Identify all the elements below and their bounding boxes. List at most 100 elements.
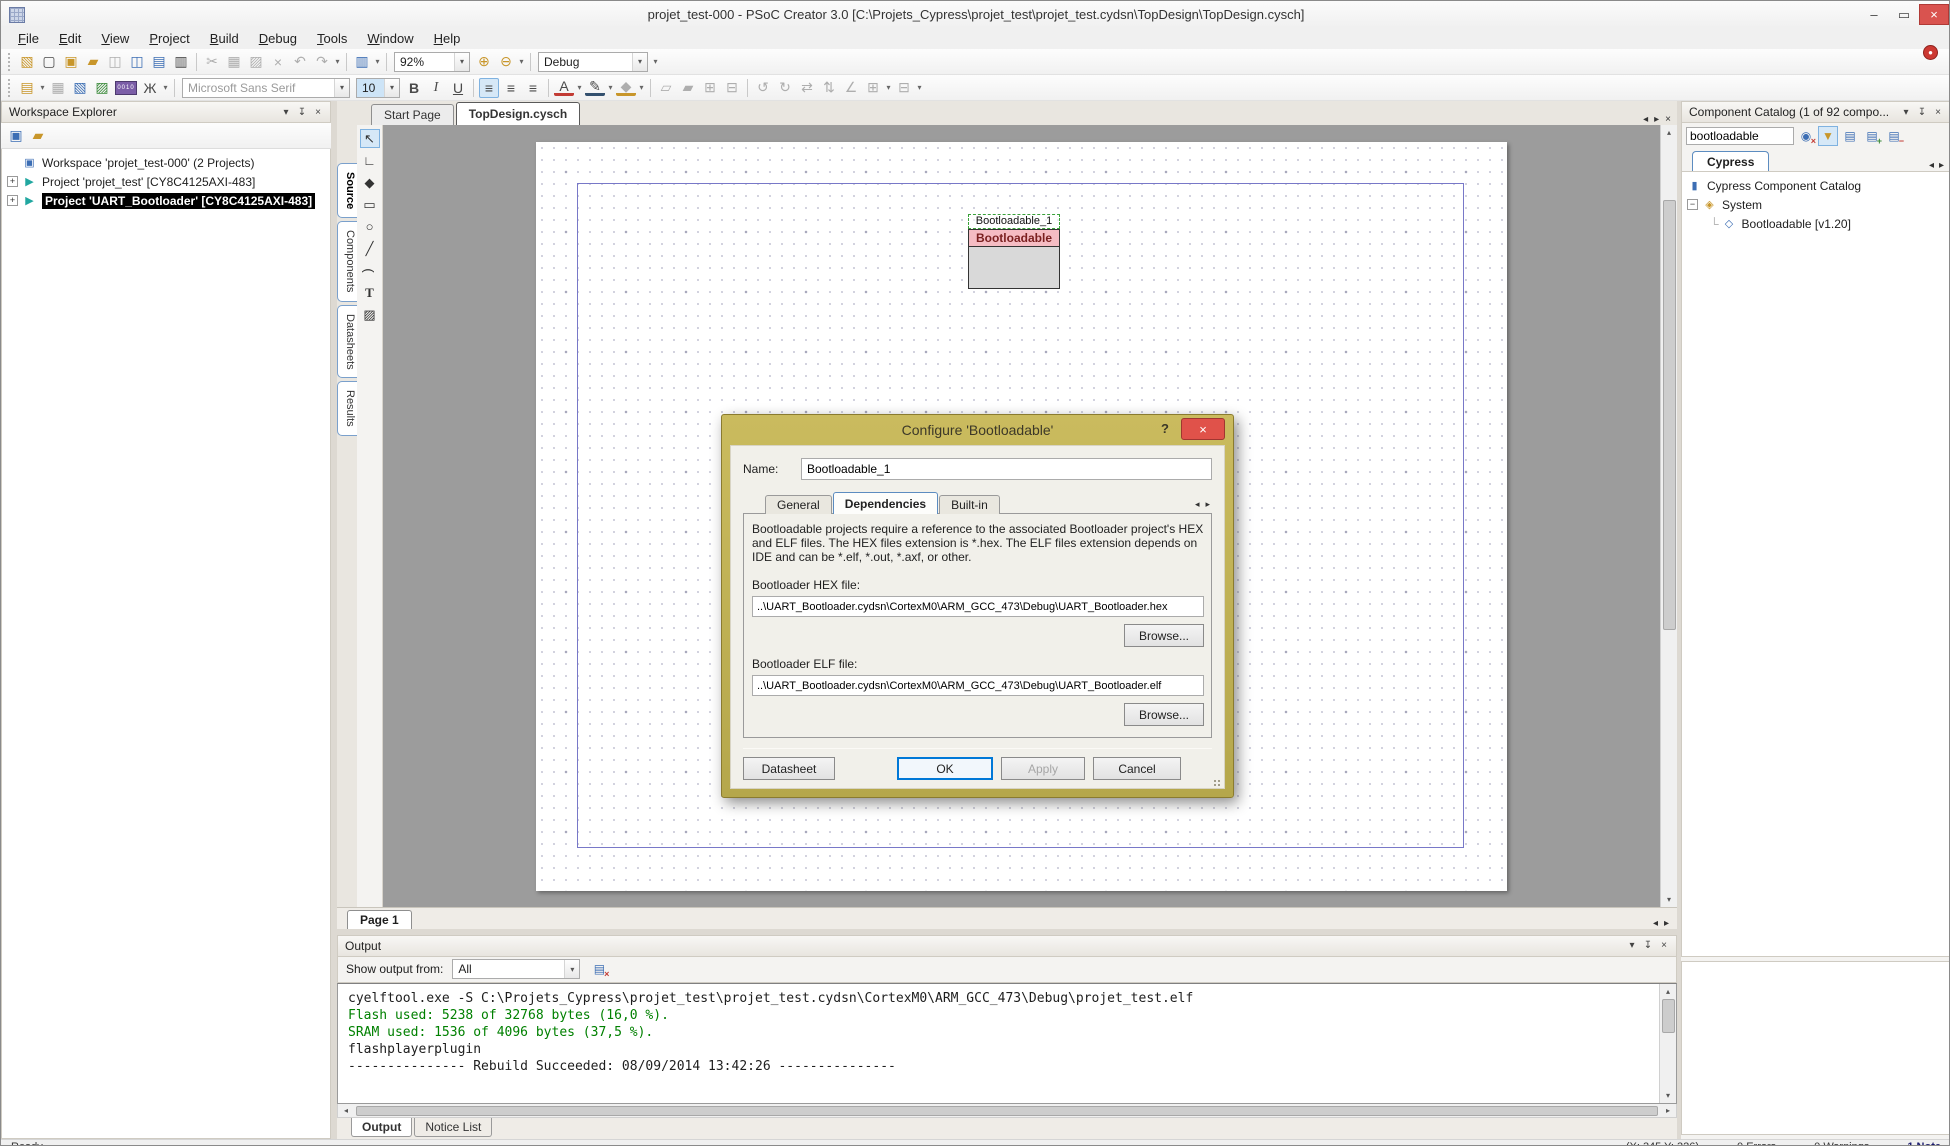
config-combo[interactable]: Debug ▾ [538,52,648,72]
canvas-vertical-scrollbar[interactable]: ▴ ▾ [1660,125,1677,907]
add-item-icon[interactable]: ▣ [61,52,81,72]
side-tab-source[interactable]: Source [337,163,357,218]
tree-item-workspace[interactable]: ▣ Workspace 'projet_test-000' (2 Project… [2,153,330,172]
tree-item-bootloadable[interactable]: └ ◇ Bootloadable [v1.20] [1682,214,1950,233]
tab-general[interactable]: General [765,495,832,514]
scrollbar-thumb[interactable] [1663,200,1676,630]
zoom-in-icon[interactable]: ⊕ [474,52,494,72]
find-icon[interactable]: ▥ [352,52,372,72]
zoom-combo[interactable]: 92% ▾ [394,52,470,72]
show-folders-icon[interactable]: ▰ [28,126,48,146]
terminal-tool-icon[interactable]: ◆ [360,173,380,192]
output-console[interactable]: cyelftool.exe -S C:\Projets_Cypress\proj… [338,984,1659,1104]
print-preview-icon[interactable]: ▥ [171,52,191,72]
find-dropdown-icon[interactable]: ▾ [373,57,382,66]
browse-elf-button[interactable]: Browse... [1124,703,1204,726]
text-tool-icon[interactable]: T [360,283,380,302]
close-panel-icon[interactable]: × [1656,938,1672,954]
tab-notice-list[interactable]: Notice List [414,1118,492,1137]
pen-color-icon[interactable]: ✎ [585,80,605,96]
toolbar-overflow-icon[interactable]: ▾ [915,83,924,92]
toolbar-overflow-icon[interactable]: ▾ [651,57,660,66]
rectangle-tool-icon[interactable]: ▭ [360,195,380,214]
wire-tool-icon[interactable]: ∟ [360,151,380,170]
hatch-dropdown-icon[interactable]: ▾ [38,83,47,92]
delete-icon[interactable]: × [268,52,288,72]
zoom-out-icon[interactable]: ⊖ [496,52,516,72]
filter-icon[interactable]: ▼ [1818,126,1838,146]
hex-file-input[interactable] [752,596,1204,617]
align-center-icon[interactable]: ≡ [501,78,521,98]
bootloadable-component[interactable]: Bootloadable_1 Bootloadable [968,214,1060,289]
menu-help[interactable]: Help [425,29,470,48]
pen-color-dropdown-icon[interactable]: ▾ [606,83,615,92]
remove-component-icon[interactable]: ▤ − [1884,126,1904,146]
tree-item-project-uart-bootloader[interactable]: + ▶ Project 'UART_Bootloader' [CY8C4125A… [2,191,330,210]
font-size-arrow[interactable]: ▾ [384,79,399,97]
pin-icon[interactable]: ↧ [294,104,310,120]
tab-output[interactable]: Output [351,1118,412,1137]
scroll-down-icon[interactable]: ▾ [1661,892,1677,907]
rotate-right-icon[interactable]: ↻ [775,78,795,98]
config-combo-arrow[interactable]: ▾ [632,53,647,71]
toolbar-overflow-icon[interactable]: ▾ [517,57,526,66]
align-left-icon[interactable]: ≡ [479,78,499,98]
snap-grid-icon[interactable]: ⊞ [863,78,883,98]
pin-icon[interactable]: ↧ [1640,938,1656,954]
paste-special-icon[interactable]: ▨ [92,78,112,98]
stamp-icon[interactable]: ▦ [48,78,68,98]
font-color-dropdown-icon[interactable]: ▾ [575,83,584,92]
scroll-left-icon[interactable]: ◂ [338,1106,354,1115]
line-tool-icon[interactable]: ╱ [360,239,380,258]
open-icon[interactable]: ▰ [83,52,103,72]
panel-menu-icon[interactable]: ▾ [1898,104,1914,120]
catalog-tab-right-icon[interactable]: ▸ [1939,160,1944,171]
save-all-icon[interactable]: ◫ [127,52,147,72]
flip-horizontal-icon[interactable]: ⇄ [797,78,817,98]
output-filter-combo[interactable]: All ▾ [452,959,580,979]
toolbar-overflow-icon[interactable]: ▾ [333,57,342,66]
font-name-combo[interactable]: Microsoft Sans Serif ▾ [182,78,350,98]
italic-icon[interactable]: I [426,78,446,98]
notification-icon[interactable]: ● [1923,45,1938,60]
tab-close-icon[interactable]: × [1665,114,1671,125]
component-body[interactable] [968,246,1060,289]
tab-built-in[interactable]: Built-in [939,495,1000,514]
print-icon[interactable]: ▤ [149,52,169,72]
cancel-button[interactable]: Cancel [1093,757,1181,780]
scroll-up-icon[interactable]: ▴ [1661,125,1677,140]
help-icon[interactable]: ? [1155,419,1175,439]
font-name-arrow[interactable]: ▾ [334,79,349,97]
bring-front-icon[interactable]: ⊞ [700,78,720,98]
datasheet-book-icon[interactable]: ▤ [1840,126,1860,146]
flip-vertical-icon[interactable]: ⇅ [819,78,839,98]
panel-menu-icon[interactable]: ▾ [1624,938,1640,954]
tree-item-system[interactable]: − ◈ System [1682,195,1950,214]
side-tab-results[interactable]: Results [337,381,357,436]
schematic-canvas[interactable]: Bootloadable_1 Bootloadable Configure 'B… [383,125,1660,907]
output-filter-arrow[interactable]: ▾ [564,960,579,978]
tab-cypress[interactable]: Cypress [1692,151,1769,171]
browse-hex-button[interactable]: Browse... [1124,624,1204,647]
undo-icon[interactable]: ↶ [290,52,310,72]
zoom-combo-arrow[interactable]: ▾ [454,53,469,71]
panel-menu-icon[interactable]: ▾ [278,104,294,120]
fill-color-icon[interactable]: ◆ [616,80,636,96]
menu-view[interactable]: View [92,29,138,48]
page-scroll-right-icon[interactable]: ▸ [1664,918,1669,929]
scrollbar-thumb[interactable] [1662,999,1675,1033]
cut-icon[interactable]: ✂ [202,52,222,72]
menu-file[interactable]: File [9,29,48,48]
dialog-titlebar[interactable]: Configure 'Bootloadable' ? × [722,415,1233,445]
side-tab-datasheets[interactable]: Datasheets [337,305,357,379]
name-input[interactable] [801,458,1212,480]
toolbar-overflow-icon[interactable]: ▾ [161,83,170,92]
component-instance-label[interactable]: Bootloadable_1 [968,214,1060,229]
expander-icon[interactable]: − [1687,199,1698,210]
save-icon[interactable]: ◫ [105,52,125,72]
scrollbar-thumb[interactable] [356,1106,1658,1116]
select-tool-icon[interactable]: ↖ [360,129,380,148]
tab-scroll-right-icon[interactable]: ▸ [1654,114,1659,125]
tab-start-page[interactable]: Start Page [371,104,454,125]
clear-output-icon[interactable]: ▤ × [589,959,609,979]
